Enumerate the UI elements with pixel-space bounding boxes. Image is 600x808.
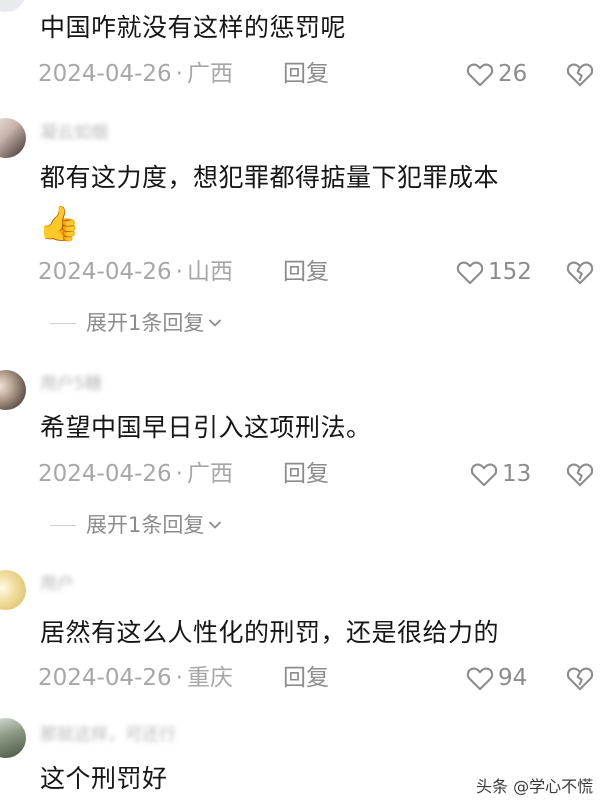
reply-button[interactable]: 回复 bbox=[283, 59, 329, 89]
like-count: 26 bbox=[498, 61, 528, 87]
comment-text: 居然有这么人性化的刑罚，还是很给力的 bbox=[40, 618, 500, 647]
avatar[interactable] bbox=[0, 118, 26, 158]
expand-replies-button[interactable]: 展开1条回复 bbox=[50, 511, 222, 539]
like-button[interactable]: 26 bbox=[466, 59, 527, 89]
reply-button[interactable]: 回复 bbox=[283, 663, 329, 693]
heart-icon bbox=[466, 63, 494, 87]
watermark: 头条 @学心不慌 bbox=[476, 777, 594, 796]
comment-username[interactable]: 凝云如烟 bbox=[40, 124, 108, 142]
expand-replies-button[interactable]: 展开1条回复 bbox=[50, 309, 222, 337]
heart-icon bbox=[470, 463, 498, 487]
reply-button[interactable]: 回复 bbox=[283, 257, 329, 287]
thumbs-up-emoji: 👍 bbox=[38, 204, 81, 244]
comment-text: 中国咋就没有这样的惩罚呢 bbox=[40, 13, 347, 42]
comment-meta: 2024-04-26 · 山西 bbox=[38, 257, 233, 287]
comment-date: 2024-04-26 bbox=[38, 259, 172, 285]
comment-text: 这个刑罚好 bbox=[40, 764, 168, 793]
comment-location: 重庆 bbox=[186, 665, 233, 691]
divider-line bbox=[50, 524, 76, 526]
comment-text: 希望中国早日引入这项刑法。 bbox=[40, 413, 372, 442]
meta-separator: · bbox=[175, 461, 183, 487]
expand-replies-label: 展开1条回复 bbox=[86, 311, 205, 335]
comment-date: 2024-04-26 bbox=[38, 61, 172, 87]
heart-icon bbox=[456, 261, 484, 285]
comment-meta: 2024-04-26 · 重庆 bbox=[38, 663, 233, 693]
avatar[interactable] bbox=[0, 570, 26, 610]
broken-heart-icon[interactable] bbox=[566, 665, 594, 691]
avatar[interactable] bbox=[0, 718, 26, 758]
like-count: 13 bbox=[502, 461, 532, 487]
like-button[interactable]: 152 bbox=[456, 257, 532, 287]
avatar[interactable] bbox=[0, 370, 26, 410]
comment-username[interactable]: 那就这样，可还行 bbox=[40, 726, 176, 744]
broken-heart-icon[interactable] bbox=[566, 61, 594, 87]
like-button[interactable]: 13 bbox=[470, 459, 531, 489]
comment-date: 2024-04-26 bbox=[38, 665, 172, 691]
comment-location: 山西 bbox=[186, 259, 233, 285]
heart-icon bbox=[466, 667, 494, 691]
comment-username[interactable]: 用户 bbox=[40, 575, 74, 593]
comment-location: 广西 bbox=[186, 61, 233, 87]
comment-date: 2024-04-26 bbox=[38, 461, 172, 487]
comment-location: 广西 bbox=[186, 461, 233, 487]
avatar[interactable] bbox=[0, 0, 26, 12]
chevron-down-icon bbox=[209, 521, 222, 529]
like-button[interactable]: 94 bbox=[466, 663, 527, 693]
comment-text: 都有这力度，想犯罪都得掂量下犯罪成本 bbox=[40, 163, 500, 192]
comment-meta: 2024-04-26 · 广西 bbox=[38, 459, 233, 489]
like-count: 152 bbox=[488, 259, 532, 285]
chevron-down-icon bbox=[209, 319, 222, 327]
broken-heart-icon[interactable] bbox=[566, 461, 594, 487]
like-count: 94 bbox=[498, 665, 528, 691]
broken-heart-icon[interactable] bbox=[566, 259, 594, 285]
meta-separator: · bbox=[175, 61, 183, 87]
meta-separator: · bbox=[175, 665, 183, 691]
comment-username[interactable]: 用户5糖 bbox=[40, 375, 102, 393]
comment-meta: 2024-04-26 · 广西 bbox=[38, 59, 233, 89]
meta-separator: · bbox=[175, 259, 183, 285]
reply-button[interactable]: 回复 bbox=[283, 459, 329, 489]
divider-line bbox=[50, 322, 76, 324]
expand-replies-label: 展开1条回复 bbox=[86, 513, 205, 537]
